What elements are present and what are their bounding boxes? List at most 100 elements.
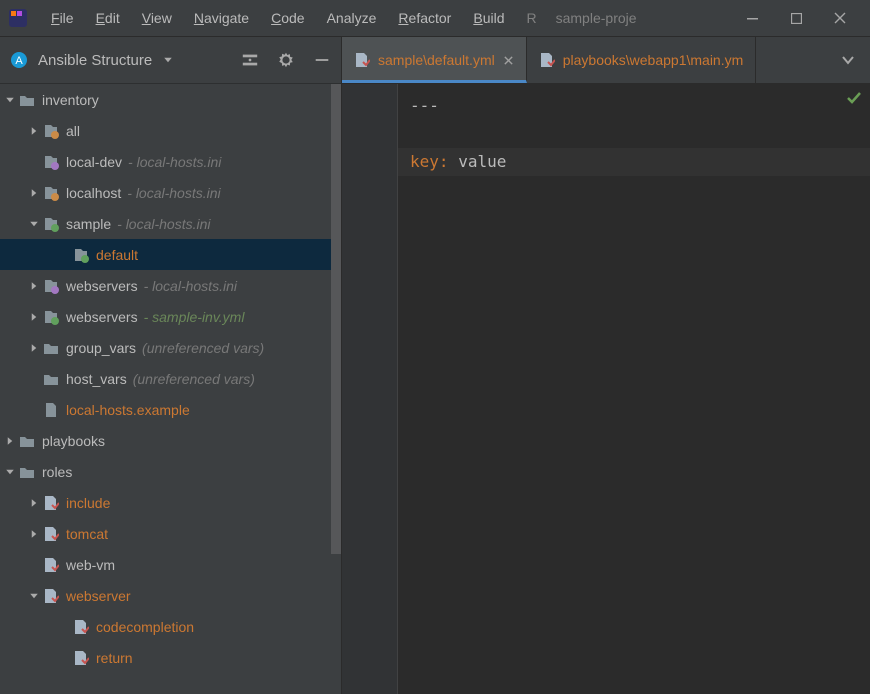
arrow-down-icon[interactable] <box>26 216 42 232</box>
tree-item-label: playbooks <box>42 433 105 449</box>
arrow-none <box>26 557 42 573</box>
editor-gutter <box>342 84 398 694</box>
inv-purple-icon <box>42 153 60 171</box>
tree-row[interactable]: roles <box>0 456 341 487</box>
arrow-right-icon[interactable] <box>2 433 18 449</box>
menu-file[interactable]: FFileile <box>42 7 83 29</box>
tree-row[interactable]: all <box>0 115 341 146</box>
role-icon <box>42 587 60 605</box>
tree-row[interactable]: web-vm <box>0 549 341 580</box>
arrow-down-icon[interactable] <box>26 588 42 604</box>
close-icon[interactable] <box>503 55 514 66</box>
tree-row[interactable]: codecompletion <box>0 611 341 642</box>
tree-item-hint: - local-hosts.ini <box>127 185 220 201</box>
tree-row[interactable]: return <box>0 642 341 673</box>
yaml-file-icon <box>539 52 555 68</box>
inv-green-icon <box>72 246 90 264</box>
menu-edit[interactable]: Edit <box>87 7 129 29</box>
tree-row[interactable]: localhost- local-hosts.ini <box>0 177 341 208</box>
analysis-ok-icon <box>846 90 862 106</box>
tree-row[interactable]: tomcat <box>0 518 341 549</box>
yaml-key: key <box>410 152 439 171</box>
tree-row[interactable]: local-hosts.example <box>0 394 341 425</box>
arrow-down-icon[interactable] <box>2 464 18 480</box>
tree-row[interactable]: webservers - sample-inv.yml <box>0 301 341 332</box>
window-close[interactable] <box>818 4 862 32</box>
tree-row[interactable]: default <box>0 239 341 270</box>
tab-label: sample\default.yml <box>378 52 495 68</box>
file-icon <box>42 401 60 419</box>
menu-refactor[interactable]: Refactor <box>389 7 460 29</box>
tree-row[interactable]: group_vars(unreferenced vars) <box>0 332 341 363</box>
arrow-right-icon[interactable] <box>26 185 42 201</box>
arrow-right-icon[interactable] <box>26 309 42 325</box>
tree-item-label: sample <box>66 216 111 232</box>
hide-panel-icon[interactable] <box>313 51 331 69</box>
tree-item-label: web-vm <box>66 557 115 573</box>
window-maximize[interactable] <box>774 4 818 32</box>
tab-label: playbooks\webapp1\main.ym <box>563 52 744 68</box>
menu-analyze[interactable]: Analyze <box>318 7 386 29</box>
scrollbar[interactable] <box>331 84 341 554</box>
tree-item-label: group_vars <box>66 340 136 356</box>
window-minimize[interactable] <box>730 4 774 32</box>
tree-item-label: webservers <box>66 309 138 325</box>
menu-run-trunc[interactable]: R <box>517 7 545 29</box>
tree-item-label: codecompletion <box>96 619 194 635</box>
arrow-none <box>26 371 42 387</box>
svg-text:A: A <box>15 55 23 67</box>
arrow-right-icon[interactable] <box>26 526 42 542</box>
tree-item-label: default <box>96 247 138 263</box>
tree-row[interactable]: inventory <box>0 84 341 115</box>
tree-item-label: inventory <box>42 92 99 108</box>
arrow-down-icon[interactable] <box>2 92 18 108</box>
role-icon <box>42 525 60 543</box>
arrow-right-icon[interactable] <box>26 495 42 511</box>
sidebar-dropdown-icon[interactable] <box>162 54 174 66</box>
menu-view[interactable]: View <box>133 7 181 29</box>
tree-item-hint: - local-hosts.ini <box>144 278 237 294</box>
editor-code[interactable]: --- key: value <box>398 84 870 694</box>
tree-item-label: return <box>96 650 133 666</box>
editor-tab[interactable]: playbooks\webapp1\main.ym <box>527 37 757 83</box>
folder-icon <box>18 463 36 481</box>
window-title: sample-proje <box>556 10 637 26</box>
tree[interactable]: inventoryalllocal-dev- local-hosts.inilo… <box>0 84 341 694</box>
tree-row[interactable]: webservers- local-hosts.ini <box>0 270 341 301</box>
tree-row[interactable]: include <box>0 487 341 518</box>
folder-icon <box>42 370 60 388</box>
yaml-value: value <box>458 152 506 171</box>
inv-orange-icon <box>42 184 60 202</box>
role-icon <box>72 649 90 667</box>
role-icon <box>42 494 60 512</box>
tree-item-label: all <box>66 123 80 139</box>
menu-navigate[interactable]: Navigate <box>185 7 258 29</box>
tree-item-hint: (unreferenced vars) <box>133 371 255 387</box>
folder-icon <box>42 339 60 357</box>
tabs-more-icon[interactable] <box>826 37 870 83</box>
tree-item-label: tomcat <box>66 526 108 542</box>
expand-collapse-icon[interactable] <box>241 51 259 69</box>
role-icon <box>72 618 90 636</box>
tree-row[interactable]: sample- local-hosts.ini <box>0 208 341 239</box>
arrow-none <box>26 154 42 170</box>
menu-code[interactable]: Code <box>262 7 313 29</box>
inv-green-icon <box>42 308 60 326</box>
tree-item-label: include <box>66 495 110 511</box>
tree-item-hint: - sample-inv.yml <box>144 309 245 325</box>
settings-icon[interactable] <box>277 51 295 69</box>
tree-row[interactable]: local-dev- local-hosts.ini <box>0 146 341 177</box>
menu-build[interactable]: Build <box>464 7 513 29</box>
tree-row[interactable]: host_vars(unreferenced vars) <box>0 363 341 394</box>
arrow-right-icon[interactable] <box>26 123 42 139</box>
editor-tab[interactable]: sample\default.yml <box>342 37 527 83</box>
tree-row[interactable]: webserver <box>0 580 341 611</box>
tree-row[interactable]: playbooks <box>0 425 341 456</box>
folder-icon <box>18 91 36 109</box>
app-icon <box>8 8 28 28</box>
sidebar: A Ansible Structure inventoryalllocal-de… <box>0 37 342 694</box>
inv-green-icon <box>42 215 60 233</box>
arrow-right-icon[interactable] <box>26 278 42 294</box>
arrow-right-icon[interactable] <box>26 340 42 356</box>
tree-item-label: webserver <box>66 588 131 604</box>
